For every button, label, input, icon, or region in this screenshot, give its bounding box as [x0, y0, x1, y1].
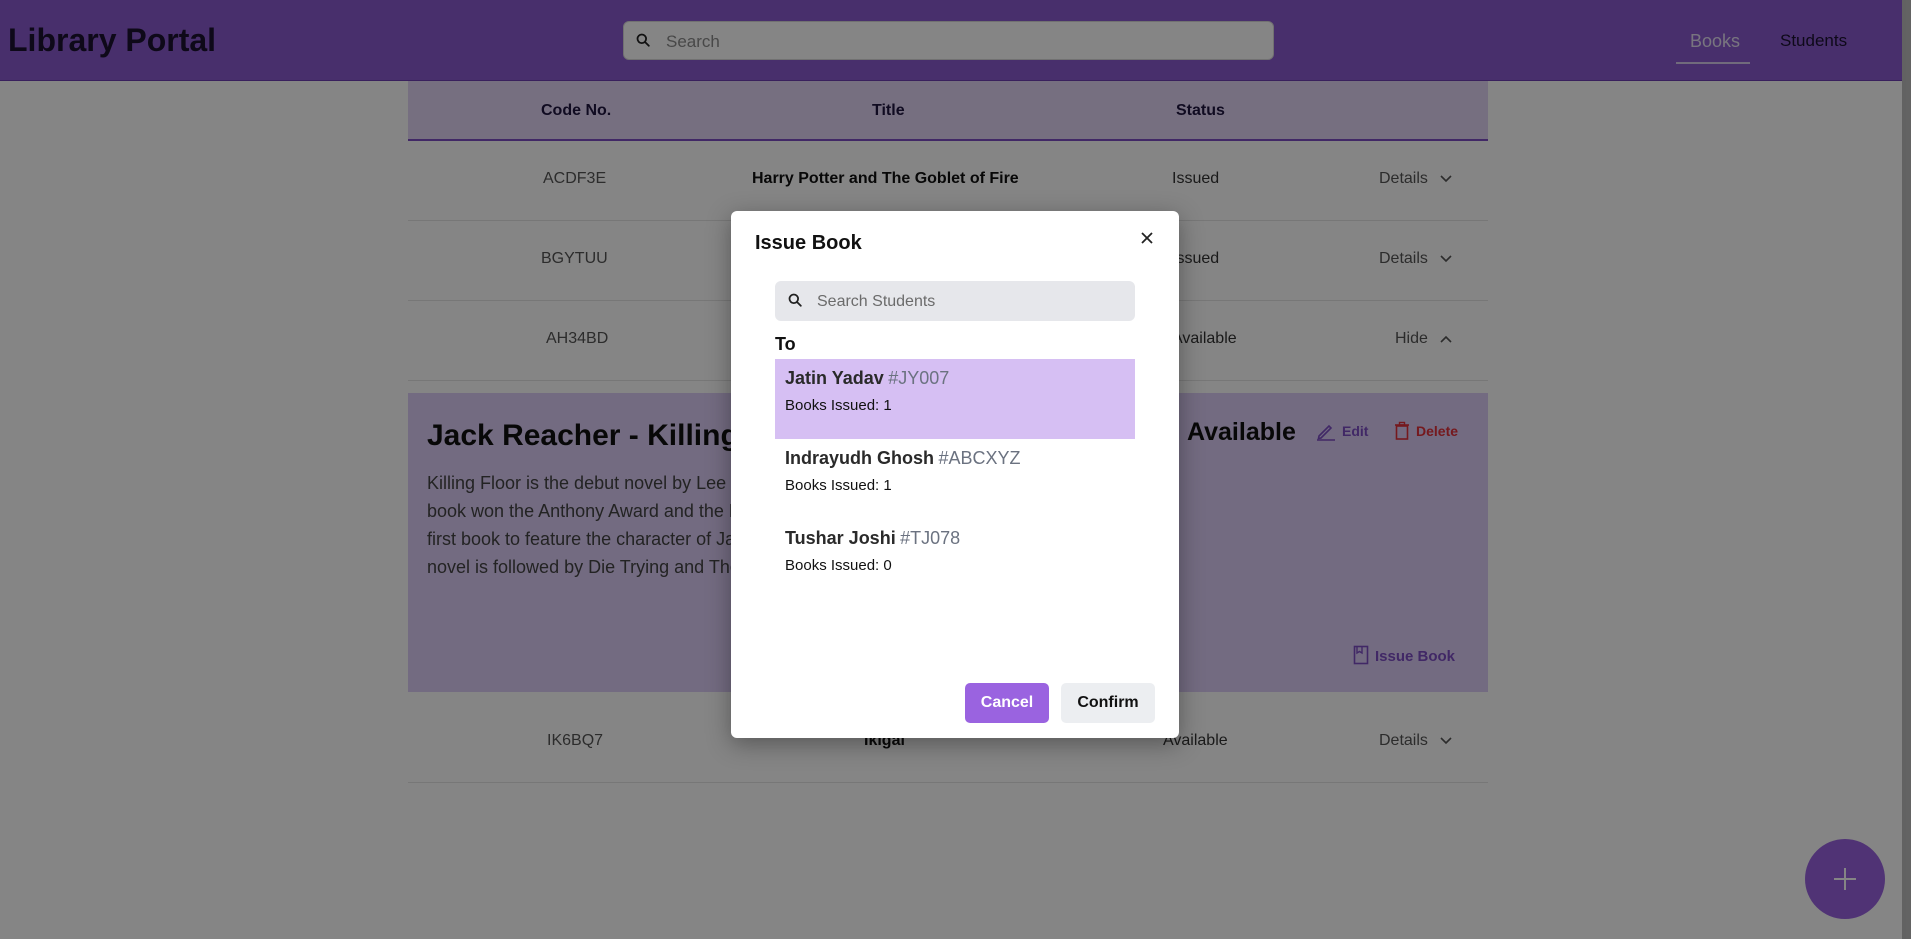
- student-id: #TJ078: [900, 528, 961, 548]
- student-option[interactable]: Indrayudh Ghosh #ABCXYZ Books Issued: 1: [775, 439, 1135, 519]
- student-id: #ABCXYZ: [938, 448, 1021, 468]
- modal-title: Issue Book: [755, 232, 862, 254]
- student-option[interactable]: Tushar Joshi #TJ078 Books Issued: 0: [775, 519, 1135, 599]
- student-id: #JY007: [888, 368, 950, 388]
- books-issued-count: Books Issued: 1: [785, 477, 892, 494]
- cancel-button[interactable]: Cancel: [965, 683, 1049, 723]
- student-search[interactable]: [775, 281, 1135, 323]
- books-issued-count: Books Issued: 1: [785, 397, 892, 414]
- student-search-input[interactable]: [815, 281, 1129, 323]
- close-icon[interactable]: [1136, 227, 1158, 249]
- books-issued-count: Books Issued: 0: [785, 557, 892, 574]
- student-name: Tushar Joshi: [785, 528, 896, 548]
- to-label: To: [775, 334, 796, 354]
- search-icon: [788, 293, 802, 312]
- confirm-button[interactable]: Confirm: [1061, 683, 1155, 723]
- student-option[interactable]: Jatin Yadav #JY007 Books Issued: 1: [775, 359, 1135, 439]
- student-name: Indrayudh Ghosh: [785, 448, 935, 468]
- issue-book-modal: Issue Book To Jatin Yadav #JY007 Books I…: [731, 211, 1179, 738]
- student-name: Jatin Yadav: [785, 368, 884, 388]
